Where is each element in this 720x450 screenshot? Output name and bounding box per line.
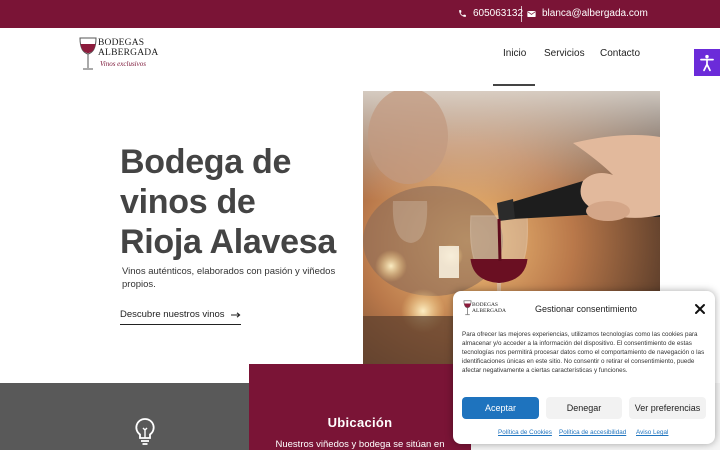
hero-title-line-1: Bodega de <box>120 143 292 181</box>
consent-body-text: Para ofrecer las mejores experiencias, u… <box>462 331 705 374</box>
site-header: BODEGAS ALBERGADA Vinos exclusivos Inici… <box>0 28 720 86</box>
phone-number: 605063132 <box>473 8 524 19</box>
close-icon[interactable] <box>694 303 706 315</box>
envelope-icon <box>527 10 536 17</box>
email-address: blanca@albergada.com <box>542 8 648 19</box>
discover-wines-link[interactable]: Descubre nuestros vinos <box>120 309 241 325</box>
lightbulb-icon <box>135 418 155 445</box>
arrow-right-icon <box>230 311 241 318</box>
cookie-consent-dialog: BODEGAS ALBERGADA Gestionar consentimien… <box>453 291 715 444</box>
feature-section-left <box>0 383 249 450</box>
phone-link[interactable]: 605063132 <box>458 8 523 19</box>
consent-logo: BODEGAS ALBERGADA <box>463 299 507 319</box>
nav-item-servicios[interactable]: Servicios <box>544 48 585 59</box>
location-title: Ubicación <box>327 415 393 430</box>
topbar-divider <box>521 6 522 22</box>
consent-title: Gestionar consentimiento <box>535 304 638 314</box>
phone-icon <box>459 10 466 17</box>
logo-line-2: ALBERGADA <box>98 48 159 58</box>
logo-tagline: Vinos exclusivos <box>100 60 146 68</box>
location-text: Nuestros viñedos y bodega se sitúan en <box>275 439 445 450</box>
email-link[interactable]: blanca@albergada.com <box>527 8 648 19</box>
hero-title-line-3: Rioja Alavesa <box>120 223 336 261</box>
location-section: Ubicación Nuestros viñedos y bodega se s… <box>249 364 471 450</box>
accept-button[interactable]: Aceptar <box>462 397 539 419</box>
cookie-policy-link[interactable]: Política de Cookies <box>498 429 552 436</box>
accessibility-button[interactable] <box>694 49 720 76</box>
top-bar: 605063132 blanca@albergada.com <box>0 0 720 28</box>
logo-line-1: BODEGAS <box>98 38 145 48</box>
nav-item-contacto[interactable]: Contacto <box>600 48 640 59</box>
accessibility-icon <box>700 54 714 71</box>
wine-glass-logo-icon <box>463 300 472 316</box>
hero-title: Bodega de vinos de Rioja Alavesa <box>120 142 360 262</box>
discover-wines-label: Descubre nuestros vinos <box>120 309 225 320</box>
site-logo[interactable]: BODEGAS ALBERGADA Vinos exclusivos <box>78 36 160 72</box>
accessibility-policy-link[interactable]: Política de accesibilidad <box>559 429 626 436</box>
hero-title-line-2: vinos de <box>120 183 256 221</box>
nav-active-indicator <box>493 84 535 86</box>
wine-glass-logo-icon <box>79 37 97 70</box>
hero-description: Vinos auténticos, elaborados con pasión … <box>122 266 336 290</box>
nav-item-inicio[interactable]: Inicio <box>503 48 526 59</box>
legal-notice-link[interactable]: Aviso Legal <box>636 429 668 436</box>
view-preferences-button[interactable]: Ver preferencias <box>629 397 706 419</box>
consent-logo-line-2: ALBERGADA <box>472 308 506 314</box>
deny-button[interactable]: Denegar <box>546 397 622 419</box>
